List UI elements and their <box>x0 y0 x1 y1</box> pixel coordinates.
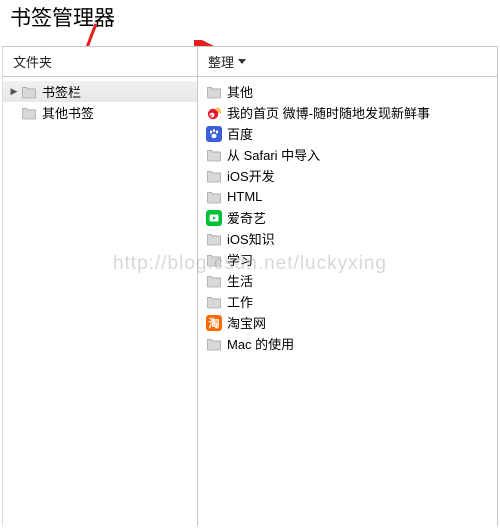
bookmark-item[interactable]: iOS知识 <box>198 228 497 249</box>
folder-icon <box>21 105 37 121</box>
bookmark-manager-pane: 文件夹 ▶ 书签栏 ▶ 其他书签 整理 <box>2 46 498 526</box>
bookmark-item[interactable]: 从 Safari 中导入 <box>198 144 497 165</box>
folder-icon <box>206 168 222 184</box>
bookmark-item-label: 我的首页 微博-随时随地发现新鲜事 <box>227 103 430 122</box>
bookmark-item[interactable]: 我的首页 微博-随时随地发现新鲜事 <box>198 102 497 123</box>
weibo-icon <box>206 105 222 121</box>
iqiyi-icon <box>206 210 222 226</box>
expand-triangle-icon[interactable]: ▶ <box>9 86 19 97</box>
folders-column: 文件夹 ▶ 书签栏 ▶ 其他书签 <box>2 47 198 526</box>
bookmark-list: 其他 我的首页 微博-随时随地发现新鲜事 百度 从 Safari 中导入 iOS… <box>198 77 498 526</box>
bookmark-item-label: 工作 <box>227 292 253 311</box>
bookmark-item-label: iOS知识 <box>227 229 275 248</box>
taobao-icon: 淘 <box>206 315 222 331</box>
bookmark-item-label: 百度 <box>227 124 253 143</box>
organize-menu-label: 整理 <box>208 52 234 71</box>
folder-icon <box>206 294 222 310</box>
bookmark-item-label: 从 Safari 中导入 <box>227 145 320 164</box>
folder-item-other-bookmarks[interactable]: ▶ 其他书签 <box>3 102 197 123</box>
annotation-title: 书签管理器 <box>10 2 115 32</box>
folders-list: ▶ 书签栏 ▶ 其他书签 <box>3 77 198 526</box>
folder-icon <box>206 336 222 352</box>
folder-icon <box>206 231 222 247</box>
bookmark-item-label: 生活 <box>227 271 253 290</box>
folder-item-label: 其他书签 <box>42 103 94 122</box>
bookmark-item-label: iOS开发 <box>227 166 275 185</box>
folder-icon <box>21 84 37 100</box>
bookmark-item-label: Mac 的使用 <box>227 334 294 353</box>
bookmark-item-label: 淘宝网 <box>227 313 266 332</box>
bookmark-item[interactable]: iOS开发 <box>198 165 497 186</box>
folders-header-label: 文件夹 <box>13 52 52 71</box>
bookmark-item[interactable]: 生活 <box>198 270 497 291</box>
folder-item-label: 书签栏 <box>42 82 81 101</box>
folder-icon <box>206 84 222 100</box>
folder-icon <box>206 273 222 289</box>
bookmark-item-label: HTML <box>227 189 262 204</box>
chevron-down-icon <box>238 59 246 64</box>
folder-item-bookmarks-bar[interactable]: ▶ 书签栏 <box>3 81 197 102</box>
bookmark-item[interactable]: HTML <box>198 186 497 207</box>
bookmark-item-label: 爱奇艺 <box>227 208 266 227</box>
bookmark-item[interactable]: 其他 <box>198 81 497 102</box>
contents-column: 整理 其他 我的首页 微博-随时随地发现新鲜事 百度 从 Safari 中导入 <box>198 47 498 526</box>
bookmark-item[interactable]: 学习 <box>198 249 497 270</box>
bookmark-item[interactable]: Mac 的使用 <box>198 333 497 354</box>
organize-menu[interactable]: 整理 <box>198 47 498 77</box>
bookmark-item[interactable]: 工作 <box>198 291 497 312</box>
baidu-icon <box>206 126 222 142</box>
bookmark-item-label: 学习 <box>227 250 253 269</box>
folder-icon <box>206 252 222 268</box>
bookmark-item[interactable]: 百度 <box>198 123 497 144</box>
bookmark-item-label: 其他 <box>227 82 253 101</box>
bookmark-item[interactable]: 爱奇艺 <box>198 207 497 228</box>
folder-icon <box>206 147 222 163</box>
bookmark-item[interactable]: 淘淘宝网 <box>198 312 497 333</box>
folders-header: 文件夹 <box>3 47 198 77</box>
folder-icon <box>206 189 222 205</box>
